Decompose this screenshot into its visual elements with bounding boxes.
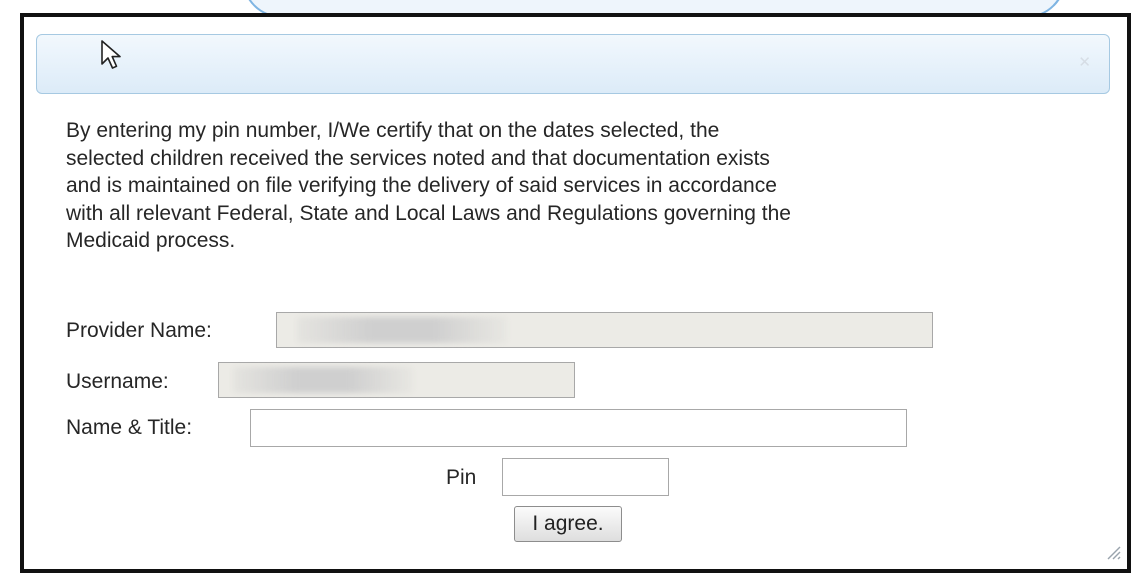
redacted-value bbox=[233, 367, 413, 393]
resize-grip-icon[interactable] bbox=[1105, 544, 1121, 565]
pin-label: Pin bbox=[446, 466, 477, 489]
i-agree-button[interactable]: I agree. bbox=[514, 506, 622, 542]
pin-input[interactable] bbox=[502, 458, 669, 496]
provider-name-field bbox=[276, 312, 933, 348]
username-field bbox=[218, 362, 575, 398]
username-label: Username: bbox=[66, 370, 169, 393]
redacted-value bbox=[297, 317, 507, 343]
dialog-titlebar[interactable]: ✕ bbox=[36, 34, 1110, 94]
name-title-label: Name & Title: bbox=[66, 416, 193, 439]
name-title-input[interactable] bbox=[250, 409, 907, 447]
certification-statement: By entering my pin number, I/We certify … bbox=[66, 119, 791, 252]
close-icon[interactable]: ✕ bbox=[1078, 55, 1091, 70]
provider-name-label: Provider Name: bbox=[66, 319, 212, 342]
certification-dialog: ✕ By entering my pin number, I/We certif… bbox=[20, 13, 1131, 573]
mouse-pointer-icon bbox=[100, 39, 122, 76]
